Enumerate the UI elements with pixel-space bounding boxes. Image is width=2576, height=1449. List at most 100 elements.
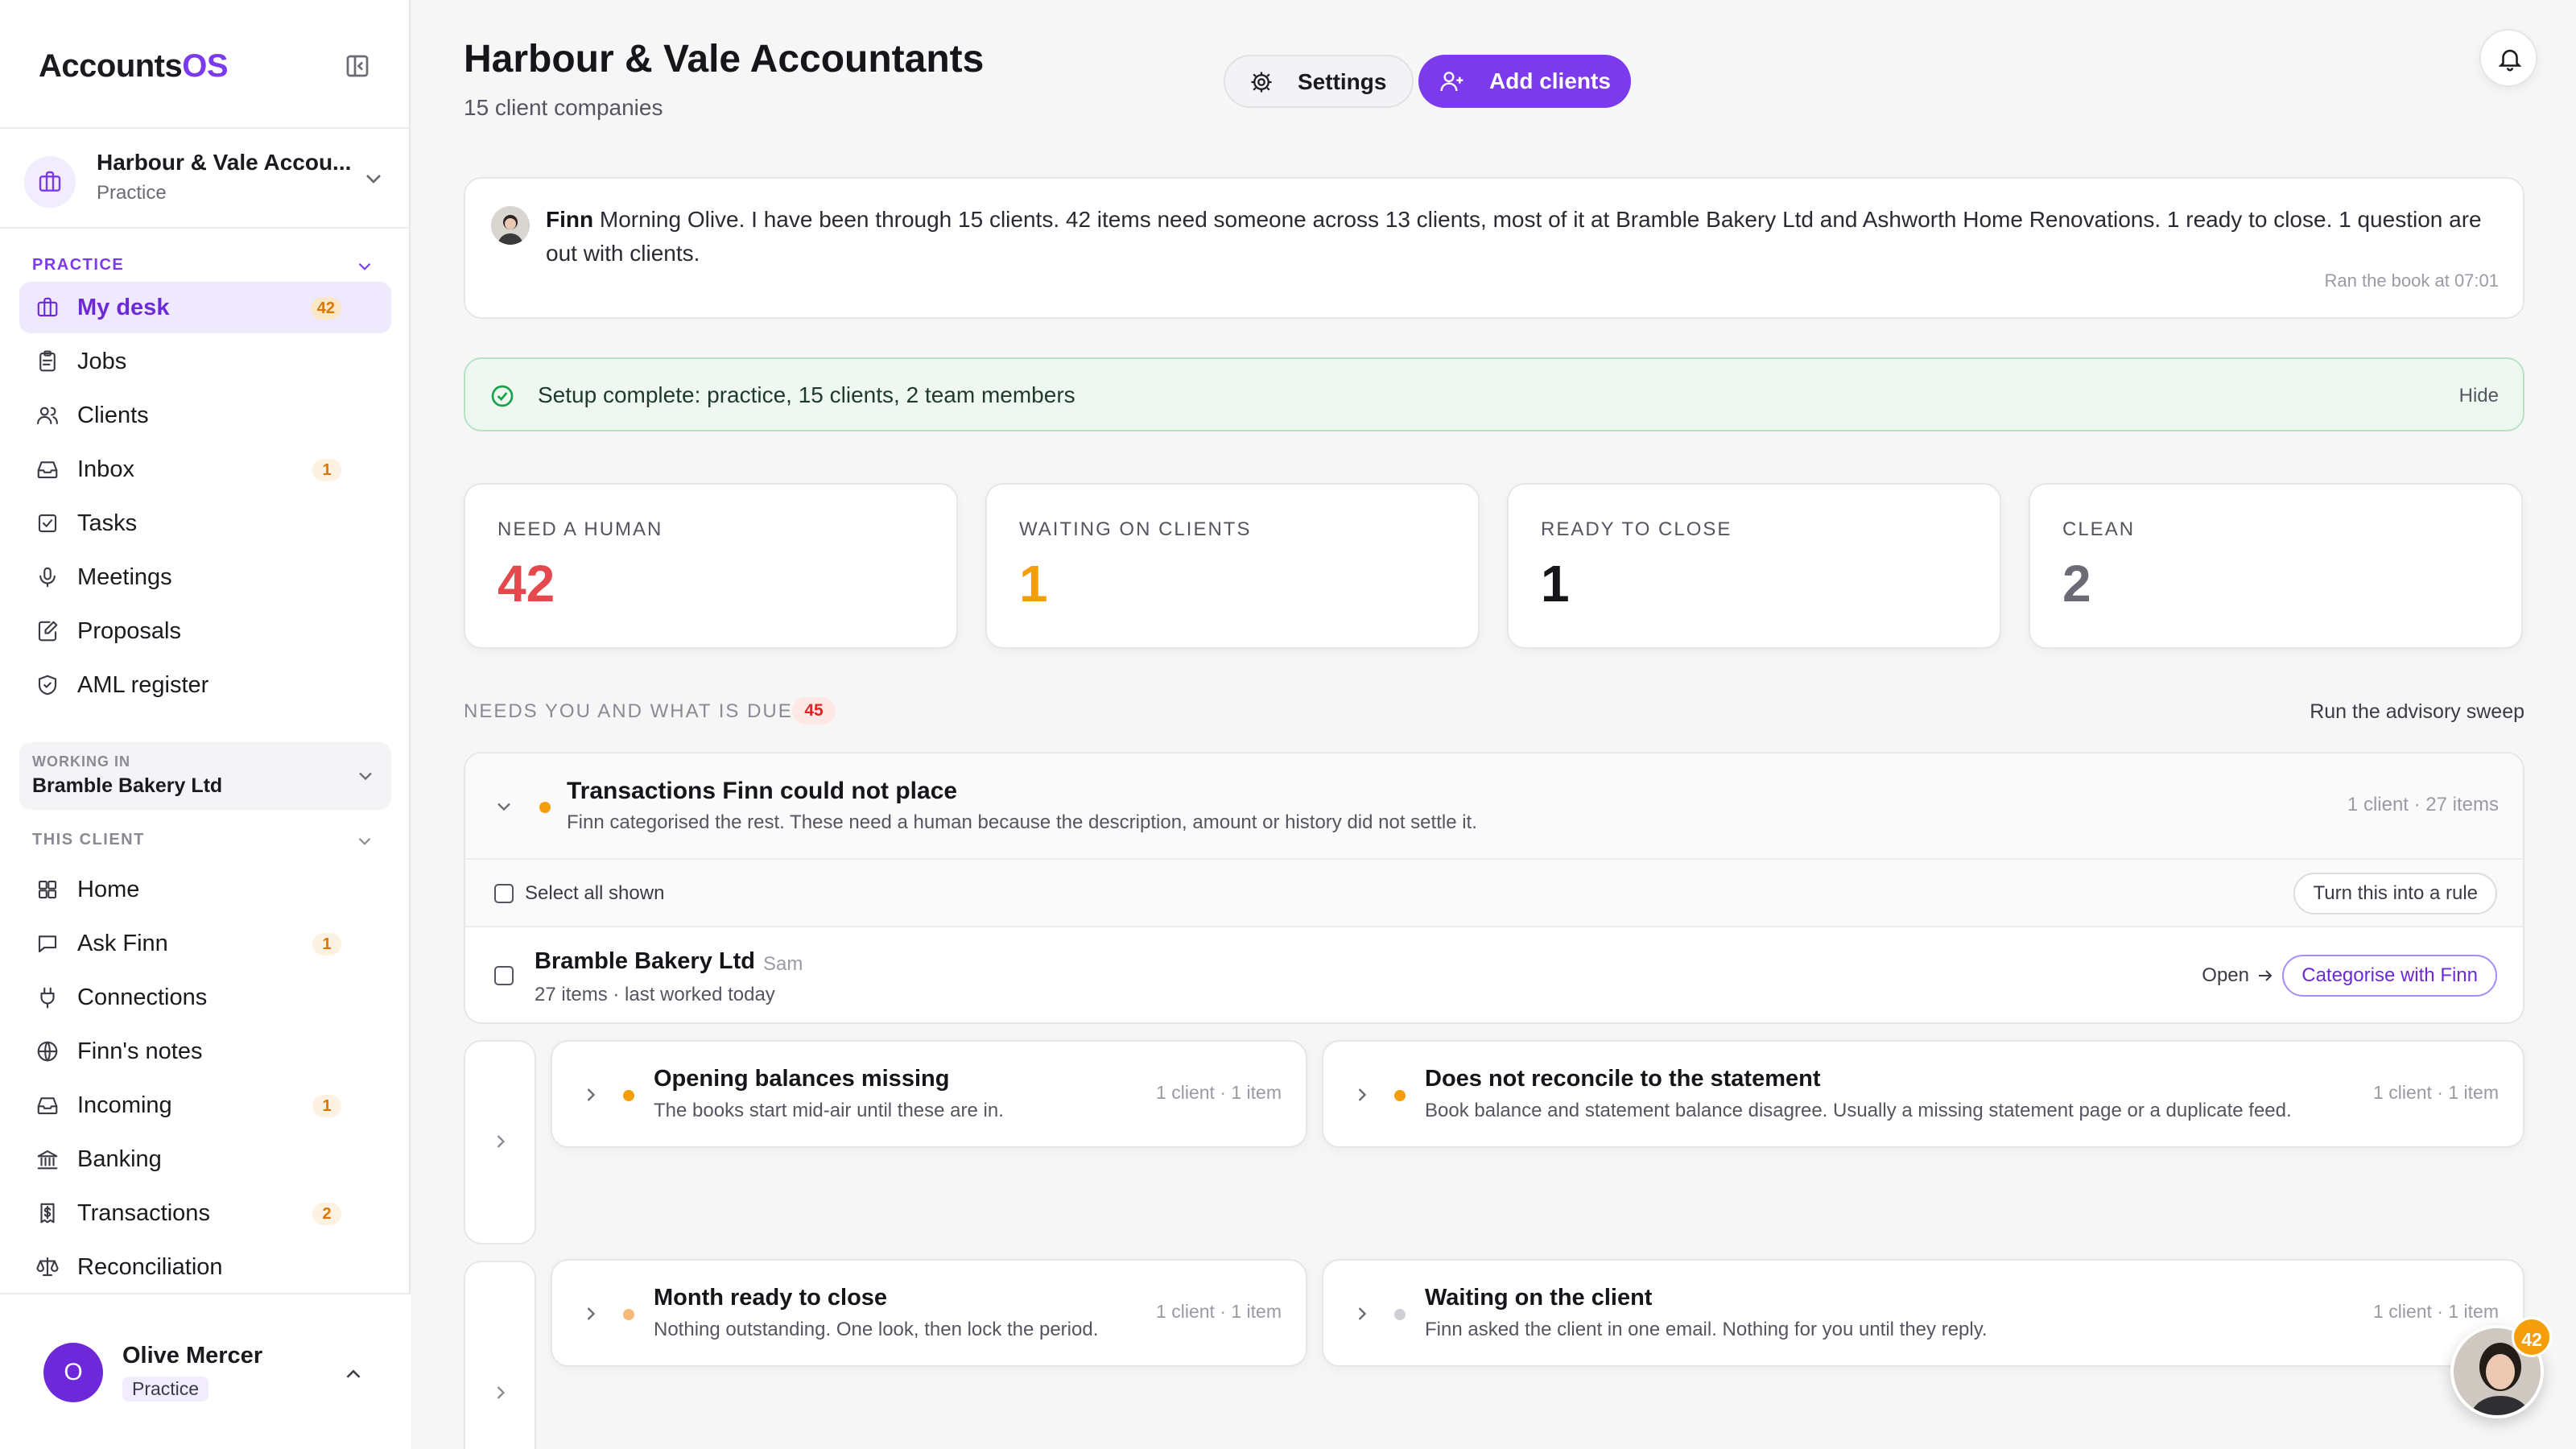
practice-role: Practice (97, 182, 167, 204)
status-dot (1394, 1090, 1406, 1101)
issue-card-opening-balances-missing[interactable]: Opening balances missing The books start … (551, 1040, 1307, 1148)
briefcase-icon (39, 171, 61, 192)
issue-description: Nothing outstanding. One look, then lock… (654, 1319, 1099, 1340)
stat-card-need-a-human[interactable]: NEED A HUMAN 42 (464, 483, 958, 649)
categorise-with-finn-button[interactable]: Categorise with Finn (2282, 955, 2497, 997)
sidebar-item-label: Reconciliation (77, 1253, 223, 1280)
issue-card-waiting-on-the-client[interactable]: Waiting on the client Finn asked the clie… (1322, 1259, 2524, 1367)
issue-meta: 1 client · 1 item (2373, 1301, 2499, 1322)
sidebar-item-finn-s-notes[interactable]: Finn's notes (19, 1026, 391, 1077)
chevron-right-icon[interactable] (1351, 1302, 1373, 1325)
document-edit-icon (38, 621, 58, 642)
sidebar-item-aml-register[interactable]: AML register (19, 659, 391, 711)
notifications-button[interactable] (2479, 29, 2537, 87)
sidebar-item-transactions[interactable]: Transactions 2 (19, 1187, 391, 1239)
stat-card-ready-to-close[interactable]: READY TO CLOSE 1 (1507, 483, 2001, 649)
stat-card-clean[interactable]: CLEAN 2 (2029, 483, 2523, 649)
finn-message: Finn Morning Olive. I have been through … (546, 203, 2494, 270)
sidebar-item-clients[interactable]: Clients (19, 390, 391, 441)
user-name: Olive Mercer (122, 1343, 263, 1368)
sidebar-item-label: Tasks (77, 510, 138, 536)
issue-description: The books start mid-air until these are … (654, 1100, 1004, 1121)
app-logo[interactable]: AccountsOS (39, 43, 372, 89)
page-title: Harbour & Vale Accountants (464, 38, 985, 80)
sidebar-item-label: Transactions (77, 1199, 210, 1226)
sidebar-item-proposals[interactable]: Proposals (19, 605, 391, 657)
open-link[interactable]: Open (2202, 964, 2249, 987)
chevron-right-icon[interactable] (1351, 1084, 1373, 1106)
add-clients-label: Add clients (1489, 68, 1611, 93)
client-meta: 27 items · last worked today (535, 984, 775, 1005)
add-clients-button[interactable]: Add clients (1418, 55, 1631, 108)
sidebar-item-incoming[interactable]: Incoming 1 (19, 1080, 391, 1131)
gear-icon (1251, 72, 1272, 93)
sidebar-collapse-icon[interactable] (343, 52, 372, 80)
divider (0, 127, 411, 129)
practice-switcher[interactable]: Harbour & Vale Accou... Practice (24, 150, 386, 211)
chevron-down-icon[interactable] (354, 256, 375, 277)
due-count-badge: 45 (792, 697, 836, 724)
issue-title: Waiting on the client (1425, 1285, 1653, 1311)
sidebar-item-label: Banking (77, 1146, 162, 1172)
count-badge: 1 (312, 933, 341, 956)
status-dot (1394, 1309, 1406, 1320)
grid-icon (38, 880, 57, 899)
client-owner: Sam (763, 953, 803, 975)
group-header[interactable]: Transactions Finn could not place Finn c… (465, 753, 2523, 860)
expand-rail[interactable] (464, 1261, 536, 1449)
sidebar-item-reconciliation[interactable]: Reconciliation (19, 1241, 391, 1293)
sidebar-item-ask-finn[interactable]: Ask Finn 1 (19, 918, 391, 969)
user-role-badge: Practice (122, 1377, 209, 1402)
sidebar-item-label: My desk (77, 294, 170, 320)
chevron-right-icon[interactable] (580, 1302, 602, 1325)
sidebar-item-label: Incoming (77, 1092, 172, 1118)
row-checkbox[interactable] (494, 966, 514, 985)
sidebar-item-connections[interactable]: Connections (19, 972, 391, 1023)
stat-label: READY TO CLOSE (1541, 518, 1732, 540)
section-label-this-client: THIS CLIENT (32, 831, 145, 848)
issue-description: Book balance and statement balance disag… (1425, 1100, 2292, 1121)
client-name[interactable]: Bramble Bakery Ltd (535, 948, 755, 975)
practice-name: Harbour & Vale Accou... (97, 150, 352, 175)
working-in-selector[interactable]: WORKING IN Bramble Bakery Ltd (19, 742, 391, 810)
chevron-right-icon (497, 1135, 506, 1148)
advisory-sweep-link[interactable]: Run the advisory sweep (2310, 700, 2524, 724)
sidebar-item-meetings[interactable]: Meetings (19, 551, 391, 603)
sidebar-item-label: AML register (77, 671, 209, 698)
checkbox-icon (38, 514, 57, 533)
sidebar-item-home[interactable]: Home (19, 864, 391, 915)
stat-card-waiting-on-clients[interactable]: WAITING ON CLIENTS 1 (985, 483, 1480, 649)
chevron-right-icon[interactable] (580, 1084, 602, 1106)
group-meta: 1 client · 27 items (2347, 794, 2499, 815)
due-section-title: NEEDS YOU AND WHAT IS DUE (464, 700, 793, 722)
sidebar-item-inbox[interactable]: Inbox 1 (19, 444, 391, 495)
issue-meta: 1 client · 1 item (2373, 1082, 2499, 1103)
issue-card-does-not-reconcile-to-the-statement[interactable]: Does not reconcile to the statement Book … (1322, 1040, 2524, 1148)
divider (0, 227, 411, 229)
inbox-icon (37, 461, 58, 479)
status-dot (623, 1309, 634, 1320)
sidebar-item-banking[interactable]: Banking (19, 1133, 391, 1185)
user-menu[interactable]: O Olive Mercer Practice (0, 1293, 411, 1449)
sidebar-item-my-desk[interactable]: My desk 42 (19, 282, 391, 333)
select-all-checkbox[interactable] (494, 884, 514, 903)
hide-banner-button[interactable]: Hide (2459, 385, 2499, 407)
arrow-right-icon[interactable] (2256, 966, 2275, 985)
chevron-down-icon (359, 772, 372, 781)
expand-rail[interactable] (464, 1040, 536, 1245)
turn-into-rule-button[interactable]: Turn this into a rule (2293, 873, 2497, 914)
globe-icon (37, 1041, 58, 1062)
check-circle-icon (491, 385, 514, 407)
sidebar-item-label: Connections (77, 984, 208, 1010)
chevron-down-icon[interactable] (354, 831, 375, 852)
chevron-down-icon[interactable] (493, 795, 515, 818)
settings-button[interactable]: Settings (1224, 55, 1414, 108)
scale-icon (36, 1257, 59, 1277)
sidebar-item-tasks[interactable]: Tasks (19, 497, 391, 549)
sidebar: AccountsOS Harbour & Vale Accou... Pract… (0, 0, 411, 1449)
issue-card-month-ready-to-close[interactable]: Month ready to close Nothing outstanding.… (551, 1259, 1307, 1367)
chevron-right-icon (497, 1386, 506, 1399)
sidebar-item-jobs[interactable]: Jobs (19, 336, 391, 387)
main-content: Harbour & Vale Accountants 15 client com… (412, 0, 2576, 1449)
users-icon (37, 407, 58, 425)
